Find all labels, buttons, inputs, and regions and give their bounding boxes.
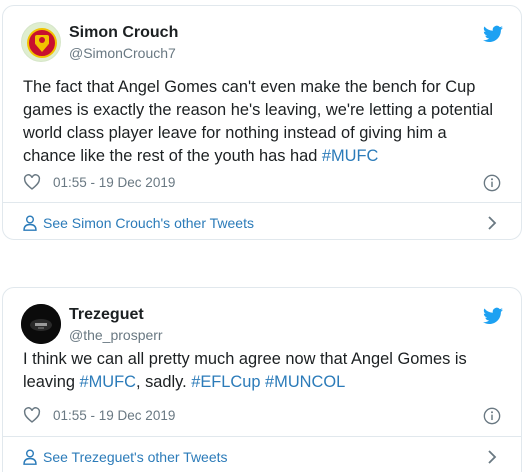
twitter-bird-icon[interactable] (483, 307, 503, 325)
see-other-tweets-link[interactable]: See Trezeguet's other Tweets (23, 446, 501, 468)
person-icon (23, 449, 37, 465)
hashtag-link[interactable]: #MUFC (80, 373, 136, 391)
hashtag-link[interactable]: #MUNCOL (265, 373, 345, 391)
tweet-text: The fact that Angel Gomes can't even mak… (23, 76, 503, 168)
heart-icon[interactable] (23, 174, 41, 190)
author-handle[interactable]: @SimonCrouch7 (69, 45, 176, 61)
tweet-text-segment: , sadly. (135, 373, 192, 391)
chevron-right-icon[interactable] (487, 450, 497, 464)
tweet-meta: 01:55 - 19 Dec 2019 (23, 173, 501, 193)
tweet-text-segment: The fact that Angel Gomes can't even mak… (23, 78, 494, 165)
author-name[interactable]: Trezeguet (69, 306, 144, 324)
author-handle[interactable]: @the_prosperr (69, 327, 163, 343)
timestamp-link[interactable]: 01:55 - 19 Dec 2019 (53, 408, 175, 423)
info-icon[interactable] (483, 407, 501, 425)
author-name[interactable]: Simon Crouch (69, 24, 178, 42)
tweet-card: Simon Crouch @SimonCrouch7 The fact that… (2, 5, 522, 240)
divider (3, 202, 521, 203)
see-other-tweets-link[interactable]: See Simon Crouch's other Tweets (23, 212, 501, 234)
tweet-header: Trezeguet @the_prosperr (21, 302, 503, 352)
chevron-right-icon[interactable] (487, 216, 497, 230)
timestamp-link[interactable]: 01:55 - 19 Dec 2019 (53, 175, 175, 190)
twitter-bird-icon[interactable] (483, 25, 503, 43)
tweet-meta: 01:55 - 19 Dec 2019 (23, 406, 501, 426)
see-other-tweets-label: See Trezeguet's other Tweets (43, 449, 228, 465)
tweet-text: I think we can all pretty much agree now… (23, 348, 503, 394)
tweet-card: Trezeguet @the_prosperr I think we can a… (2, 287, 522, 472)
avatar[interactable] (21, 22, 61, 62)
avatar[interactable] (21, 304, 61, 344)
person-icon (23, 215, 37, 231)
divider (3, 436, 521, 437)
tweet-header: Simon Crouch @SimonCrouch7 (21, 20, 503, 70)
info-icon[interactable] (483, 174, 501, 192)
hashtag-link[interactable]: #MUFC (322, 147, 378, 165)
see-other-tweets-label: See Simon Crouch's other Tweets (43, 215, 254, 231)
heart-icon[interactable] (23, 407, 41, 423)
hashtag-link[interactable]: #EFLCup (191, 373, 260, 391)
